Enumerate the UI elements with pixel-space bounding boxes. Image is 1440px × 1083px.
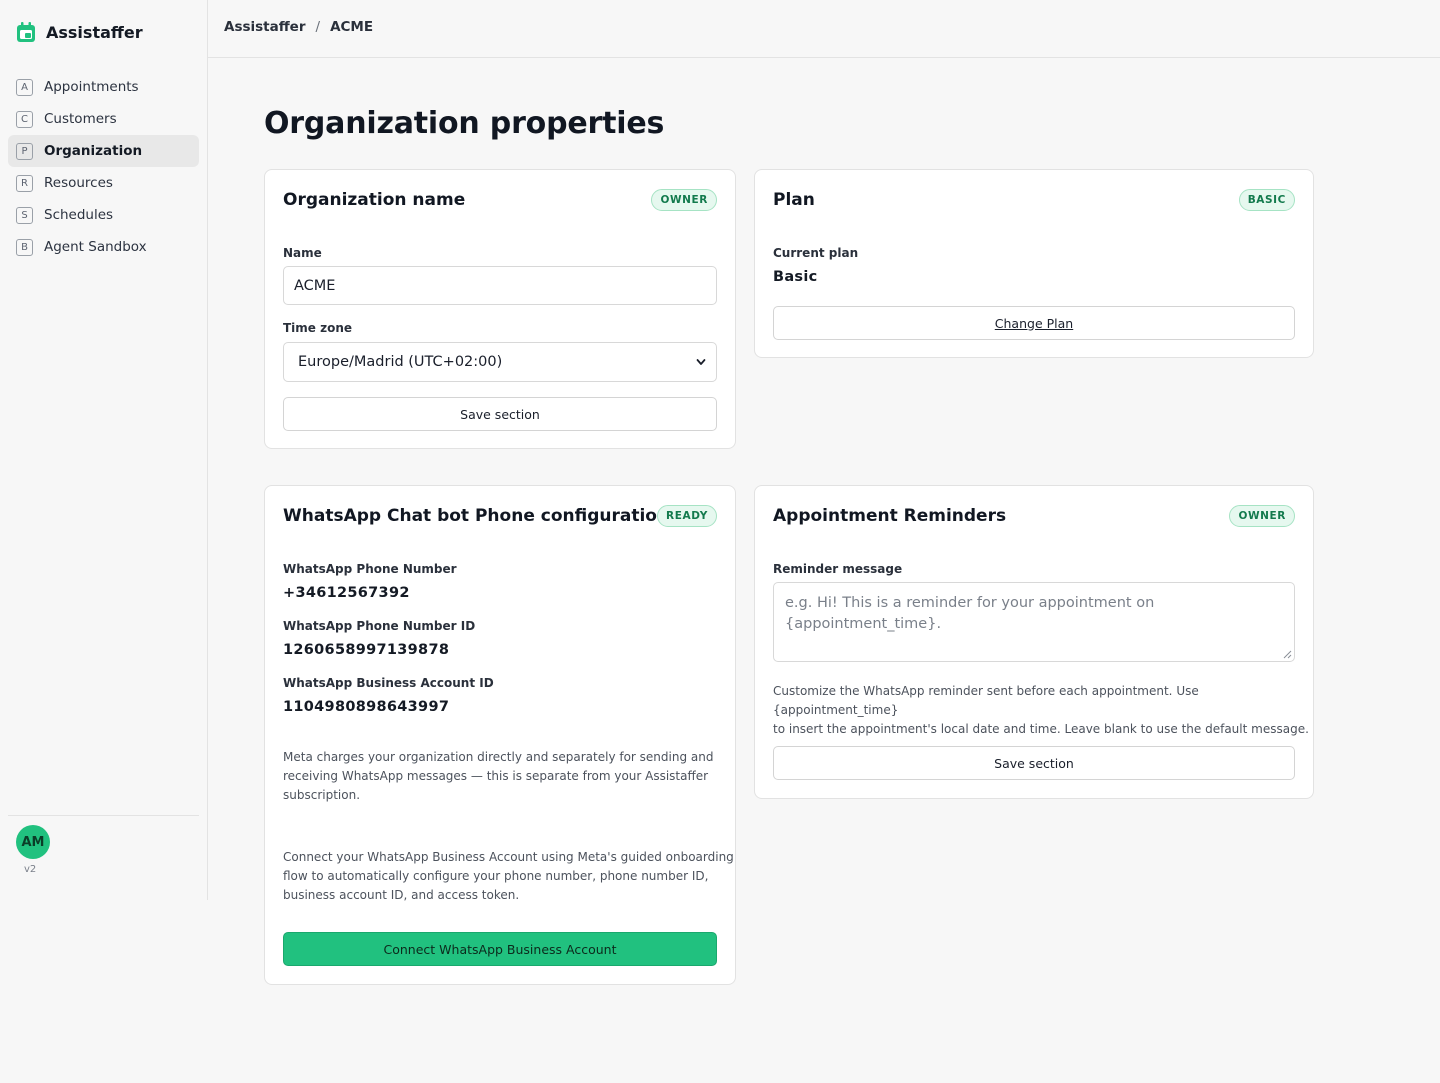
plan-badge: BASIC <box>1238 189 1295 211</box>
card-title: Plan <box>773 190 815 210</box>
shortcut-key-badge: S <box>16 206 33 224</box>
sidebar-item-schedules[interactable]: S Schedules <box>8 199 199 231</box>
shortcut-key-badge: A <box>16 78 33 96</box>
whatsapp-config-card: WhatsApp Chat bot Phone configuration RE… <box>264 485 736 985</box>
reminder-help-text: Customize the WhatsApp reminder sent bef… <box>773 684 1309 736</box>
sidebar-nav: A Appointments C Customers P Organizatio… <box>8 71 199 263</box>
name-label: Name <box>283 246 322 260</box>
plan-card: Plan BASIC Current plan Basic Change Pla… <box>754 169 1314 358</box>
sidebar-item-organization[interactable]: P Organization <box>8 135 199 167</box>
shortcut-key-badge: P <box>16 142 33 160</box>
save-section-button[interactable]: Save section <box>283 397 717 431</box>
shortcut-key-badge: R <box>16 174 33 192</box>
change-plan-button[interactable]: Change Plan <box>773 306 1295 340</box>
card-title: WhatsApp Chat bot Phone configuration <box>283 506 670 526</box>
sidebar-item-label: Customers <box>44 111 117 127</box>
breadcrumb-current: ACME <box>330 19 374 35</box>
sidebar-item-label: Organization <box>44 143 143 159</box>
sidebar-item-agent-sandbox[interactable]: B Agent Sandbox <box>8 231 199 263</box>
current-plan-label: Current plan <box>773 246 859 260</box>
placeholder-line: {appointment_time}. <box>785 616 942 632</box>
sidebar-item-label: Agent Sandbox <box>44 239 147 255</box>
timezone-label: Time zone <box>283 321 353 335</box>
role-badge: OWNER <box>651 189 717 211</box>
appointment-reminders-card: Appointment Reminders OWNER Reminder mes… <box>754 485 1314 799</box>
sidebar-item-customers[interactable]: C Customers <box>8 103 199 135</box>
chevron-down-icon <box>696 359 706 365</box>
user-avatar[interactable]: AM <box>16 825 50 859</box>
calendar-logo-icon <box>17 22 35 42</box>
reminder-message-textarea[interactable]: e.g. Hi! This is a reminder for your app… <box>773 582 1295 662</box>
page-title: Organization properties <box>264 106 665 141</box>
save-section-button[interactable]: Save section <box>773 746 1295 780</box>
breadcrumb-root[interactable]: Assistaffer <box>224 19 306 35</box>
sidebar: Assistaffer A Appointments C Customers P… <box>0 0 208 900</box>
sidebar-item-label: Resources <box>44 175 113 191</box>
reminder-message-label: Reminder message <box>773 562 903 576</box>
phone-number-label: WhatsApp Phone Number <box>283 562 457 576</box>
card-title: Appointment Reminders <box>773 506 1007 526</box>
resize-handle-icon[interactable] <box>1283 650 1292 659</box>
top-bar: Assistaffer / ACME <box>208 0 1440 58</box>
card-title: Organization name <box>283 190 466 210</box>
current-plan-value: Basic <box>773 269 818 285</box>
shortcut-key-badge: B <box>16 238 33 256</box>
phone-number-id-label: WhatsApp Phone Number ID <box>283 619 476 633</box>
shortcut-key-badge: C <box>16 110 33 128</box>
meta-charges-note: Meta charges your organization directly … <box>283 750 714 802</box>
role-badge: OWNER <box>1229 505 1295 527</box>
status-badge: READY <box>657 505 717 527</box>
breadcrumb-separator: / <box>315 19 321 35</box>
sidebar-item-label: Appointments <box>44 79 139 95</box>
breadcrumb: Assistaffer / ACME <box>224 19 373 35</box>
business-account-id-value: 1104980898643997 <box>283 699 450 715</box>
business-account-id-label: WhatsApp Business Account ID <box>283 676 494 690</box>
placeholder-line: e.g. Hi! This is a reminder for your app… <box>785 595 1155 611</box>
timezone-select-value: Europe/Madrid (UTC+02:00) <box>298 354 503 370</box>
brand[interactable]: Assistaffer <box>16 20 143 44</box>
organization-name-card: Organization name OWNER Name ACME Time z… <box>264 169 736 449</box>
sidebar-item-resources[interactable]: R Resources <box>8 167 199 199</box>
sidebar-item-appointments[interactable]: A Appointments <box>8 71 199 103</box>
sidebar-item-label: Schedules <box>44 207 114 223</box>
name-input-value: ACME <box>294 277 336 294</box>
phone-number-value: +34612567392 <box>283 585 410 601</box>
app-version: v2 <box>24 864 37 875</box>
phone-number-id-value: 1260658997139878 <box>283 642 450 658</box>
name-input[interactable]: ACME <box>283 266 717 305</box>
timezone-select[interactable]: Europe/Madrid (UTC+02:00) <box>283 342 717 382</box>
connect-instructions-note: Connect your WhatsApp Business Account u… <box>283 850 734 902</box>
brand-name: Assistaffer <box>46 22 143 42</box>
connect-whatsapp-button[interactable]: Connect WhatsApp Business Account <box>283 932 717 966</box>
sidebar-divider <box>8 815 199 816</box>
